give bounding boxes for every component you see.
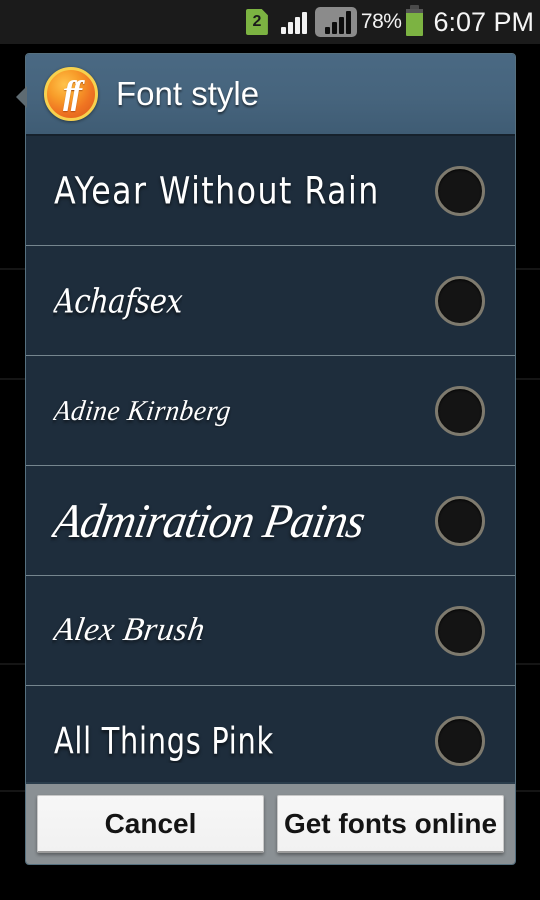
battery-icon bbox=[406, 4, 424, 36]
list-item[interactable]: AYear Without Rain bbox=[26, 136, 515, 246]
status-bar: 2 78% 6:07 PM bbox=[0, 0, 540, 44]
battery-percent-label: 78% bbox=[360, 10, 402, 33]
fontfix-ff-logo-icon: ff bbox=[44, 67, 98, 121]
dialog-header: ff Font style bbox=[26, 54, 515, 136]
app-icon-letters: ff bbox=[62, 75, 82, 112]
radio-button[interactable] bbox=[435, 385, 485, 436]
signal-bars-boxed-icon bbox=[314, 7, 357, 37]
clock-label: 6:07 PM bbox=[433, 6, 534, 37]
dialog-pointer-notch bbox=[16, 86, 27, 108]
dialog-title: Font style bbox=[116, 75, 260, 112]
list-item[interactable]: Adine Kirnberg bbox=[26, 356, 515, 466]
font-name-label: Admiration Pains bbox=[49, 493, 369, 548]
radio-button[interactable] bbox=[435, 495, 485, 546]
radio-button[interactable] bbox=[435, 605, 485, 656]
font-name-label: Achafsex bbox=[52, 280, 184, 321]
font-list[interactable]: AYear Without Rain Achafsex Adine Kirnbe… bbox=[26, 136, 515, 836]
font-name-label: Adine Kirnberg bbox=[51, 394, 234, 426]
radio-button[interactable] bbox=[435, 275, 485, 326]
list-item[interactable]: Achafsex bbox=[26, 246, 515, 356]
list-item[interactable]: All Things Pink bbox=[26, 686, 515, 796]
font-style-dialog: ff Font style AYear Without Rain Achafse… bbox=[25, 53, 516, 865]
list-item[interactable]: Alex Brush bbox=[26, 576, 515, 686]
radio-button[interactable] bbox=[435, 165, 485, 216]
sim-slot-icon: 2 bbox=[245, 9, 268, 35]
signal-bars-icon bbox=[280, 10, 309, 34]
get-fonts-online-button[interactable]: Get fonts online bbox=[277, 795, 504, 853]
font-name-label: All Things Pink bbox=[54, 718, 274, 763]
cancel-button[interactable]: Cancel bbox=[37, 795, 264, 853]
radio-button[interactable] bbox=[435, 715, 485, 766]
font-name-label: Alex Brush bbox=[51, 612, 208, 648]
font-name-label: AYear Without Rain bbox=[54, 168, 380, 213]
dialog-footer: Cancel Get fonts online bbox=[26, 782, 515, 864]
list-item[interactable]: Admiration Pains bbox=[26, 466, 515, 576]
